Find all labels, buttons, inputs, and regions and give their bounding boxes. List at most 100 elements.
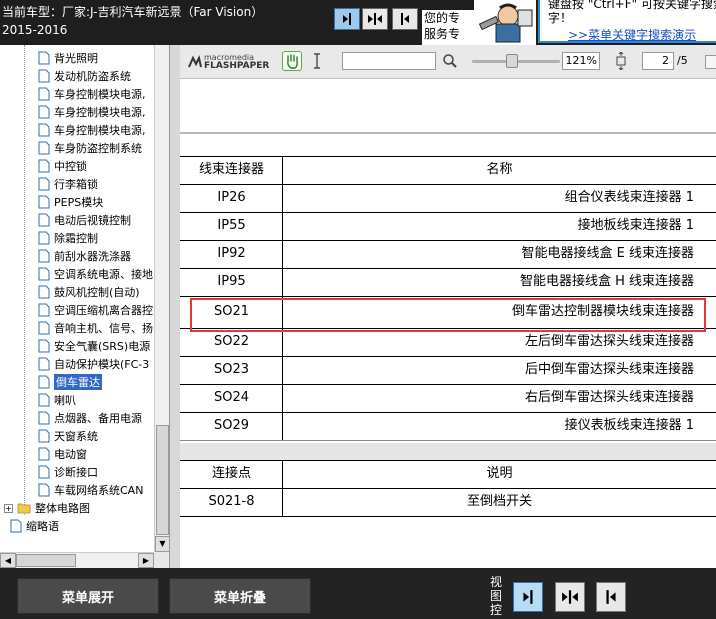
split-arrows-icon bbox=[368, 13, 382, 25]
document-icon bbox=[10, 519, 22, 533]
document-icon bbox=[38, 159, 50, 173]
fit-page-icon[interactable] bbox=[612, 51, 630, 71]
expander-plus-icon[interactable]: + bbox=[4, 503, 13, 513]
tree-item[interactable]: 车载网络系统CAN bbox=[38, 481, 143, 499]
point-header: 连接点 bbox=[211, 466, 251, 481]
scroll-right-arrow-icon[interactable]: ▶ bbox=[138, 553, 154, 568]
tree-item-selected[interactable]: 倒车雷达 bbox=[38, 373, 102, 391]
sidebar-vertical-scrollbar[interactable]: ▼ bbox=[154, 45, 169, 552]
tree-item-label: 点烟器、备用电源 bbox=[54, 412, 142, 425]
bottom-view-split-button[interactable] bbox=[555, 582, 585, 612]
connector-name-cell: 后中倒车雷达探头线束连接器 bbox=[524, 362, 694, 377]
tree-item[interactable]: 行李箱锁 bbox=[38, 175, 98, 193]
tree-folder-wiring[interactable]: + 整体电路图 bbox=[4, 499, 90, 517]
tree-item[interactable]: 自动保护模块(FC-3 bbox=[38, 355, 149, 373]
tree-item[interactable]: 前刮水器洗涤器 bbox=[38, 247, 131, 265]
tree-item[interactable]: 发动机防盗系统 bbox=[38, 67, 131, 85]
tree-item[interactable]: 喇叭 bbox=[38, 391, 76, 409]
tree-item[interactable]: 安全气囊(SRS)电源 bbox=[38, 337, 150, 355]
view-split-pane-button[interactable] bbox=[362, 8, 388, 30]
tree-item-label: 除霜控制 bbox=[54, 232, 98, 245]
tree-item-label: 中控锁 bbox=[54, 160, 87, 173]
page-total-text: /5 bbox=[677, 54, 688, 67]
tree-item[interactable]: 诊断接口 bbox=[38, 463, 98, 481]
scroll-down-arrow-icon[interactable]: ▼ bbox=[155, 536, 169, 552]
connector-code-cell: IP55 bbox=[217, 218, 246, 233]
tree-item[interactable]: 除霜控制 bbox=[38, 229, 98, 247]
expand-menu-button[interactable]: 菜单展开 bbox=[17, 578, 159, 614]
flashpaper-toolbar: macromedia FLASHPAPER 121% 2 /5 bbox=[180, 45, 716, 79]
tree-item-label: 背光照明 bbox=[54, 52, 98, 65]
document-icon bbox=[38, 231, 50, 245]
document-icon bbox=[38, 141, 50, 155]
scroll-left-arrow-icon[interactable]: ◀ bbox=[0, 553, 16, 568]
tree-item-label: 空调系统电源、接地 bbox=[54, 268, 153, 281]
tree-item[interactable]: 车身控制模块电源, bbox=[38, 85, 146, 103]
tree-item[interactable]: PEPS模块 bbox=[38, 193, 103, 211]
tree-item[interactable]: 背光照明 bbox=[38, 49, 98, 67]
hand-icon bbox=[287, 54, 298, 69]
mechanic-mascot-icon bbox=[474, 0, 536, 45]
tree-item[interactable]: 车身防盗控制系统 bbox=[38, 139, 142, 157]
view-control-label: 视图控 bbox=[490, 575, 503, 617]
connector-name-cell: 智能电器接线盒 H 线束连接器 bbox=[519, 274, 694, 289]
vertical-scroll-thumb[interactable] bbox=[156, 425, 169, 535]
document-icon bbox=[38, 267, 50, 281]
document-icon bbox=[38, 195, 50, 209]
tree-item[interactable]: 电动后视镜控制 bbox=[38, 211, 131, 229]
tree-item-label: 喇叭 bbox=[54, 394, 76, 407]
document-icon bbox=[38, 249, 50, 263]
tree-item-label: 音响主机、信号、扬 bbox=[54, 322, 153, 335]
tree-item[interactable]: 电动窗 bbox=[38, 445, 87, 463]
document-icon bbox=[38, 429, 50, 443]
tree-item-label: 车载网络系统CAN bbox=[54, 484, 144, 497]
document-icon bbox=[38, 105, 50, 119]
page-number-input[interactable]: 2 bbox=[642, 52, 674, 70]
text-select-tool-button[interactable] bbox=[312, 52, 322, 70]
flashpaper-logo: macromedia FLASHPAPER bbox=[188, 53, 278, 73]
connector-code-cell: SO29 bbox=[213, 418, 250, 433]
document-page: 线束连接器 名称 IP26 组合仪表线束连接器 1 IP55 接地板线束连接器 1 IP92… bbox=[180, 80, 716, 568]
tree-item[interactable]: 音响主机、信号、扬 bbox=[38, 319, 153, 337]
search-icon[interactable] bbox=[442, 53, 458, 69]
sidebar-horizontal-scrollbar[interactable]: ◀ ▶ bbox=[0, 552, 154, 568]
connector-name-cell: 接仪表板线束连接器 1 bbox=[564, 418, 694, 433]
document-icon bbox=[38, 357, 50, 371]
tree-item-label: 车身控制模块电源, bbox=[54, 106, 146, 119]
toolbar-edge-button[interactable] bbox=[705, 55, 716, 69]
tree-item[interactable]: 点烟器、备用电源 bbox=[38, 409, 142, 427]
tip-text-line-2: 字！ bbox=[548, 11, 573, 25]
tree-item[interactable]: 鼓风机控制(自动) bbox=[38, 283, 140, 301]
tree-item[interactable]: 中控锁 bbox=[38, 157, 87, 175]
search-demo-link[interactable]: >>菜单关键字搜索演示 bbox=[548, 28, 716, 42]
tree-item[interactable]: 天窗系统 bbox=[38, 427, 98, 445]
view-right-pane-button[interactable] bbox=[392, 8, 418, 30]
document-icon bbox=[38, 285, 50, 299]
point-code-cell: S021-8 bbox=[208, 494, 255, 509]
table-gap-band bbox=[180, 443, 716, 460]
highlighted-row-frame bbox=[190, 298, 706, 332]
horizontal-scroll-thumb[interactable] bbox=[16, 554, 76, 567]
bottom-view-right-button[interactable] bbox=[596, 582, 626, 612]
document-icon bbox=[38, 123, 50, 137]
tree-item-abbreviations[interactable]: 缩略语 bbox=[10, 517, 59, 535]
tree-item[interactable]: 车身控制模块电源, bbox=[38, 103, 146, 121]
hand-tool-button[interactable] bbox=[282, 51, 302, 71]
document-icon bbox=[38, 69, 50, 83]
connector-code-cell: SO23 bbox=[213, 362, 250, 377]
tree-item[interactable]: 空调压缩机离合器控 bbox=[38, 301, 153, 319]
tree-item-label: 车身控制模块电源, bbox=[54, 88, 146, 101]
tree-item-label: 车身控制模块电源, bbox=[54, 124, 146, 137]
tree-item-label: 行李箱锁 bbox=[54, 178, 98, 191]
tree-item[interactable]: 空调系统电源、接地 bbox=[38, 265, 153, 283]
tree-item-label: 自动保护模块(FC-3 bbox=[54, 358, 150, 371]
document-icon bbox=[38, 483, 50, 497]
tree-item-label: 电动窗 bbox=[54, 448, 87, 461]
view-left-pane-button[interactable] bbox=[334, 8, 360, 30]
tree-item[interactable]: 车身控制模块电源, bbox=[38, 121, 146, 139]
document-search-input[interactable] bbox=[342, 52, 436, 70]
bottom-view-left-button[interactable] bbox=[513, 582, 543, 612]
zoom-level-field[interactable]: 121% bbox=[562, 52, 600, 70]
zoom-slider-handle[interactable] bbox=[505, 54, 518, 68]
collapse-menu-button[interactable]: 菜单折叠 bbox=[169, 578, 311, 614]
